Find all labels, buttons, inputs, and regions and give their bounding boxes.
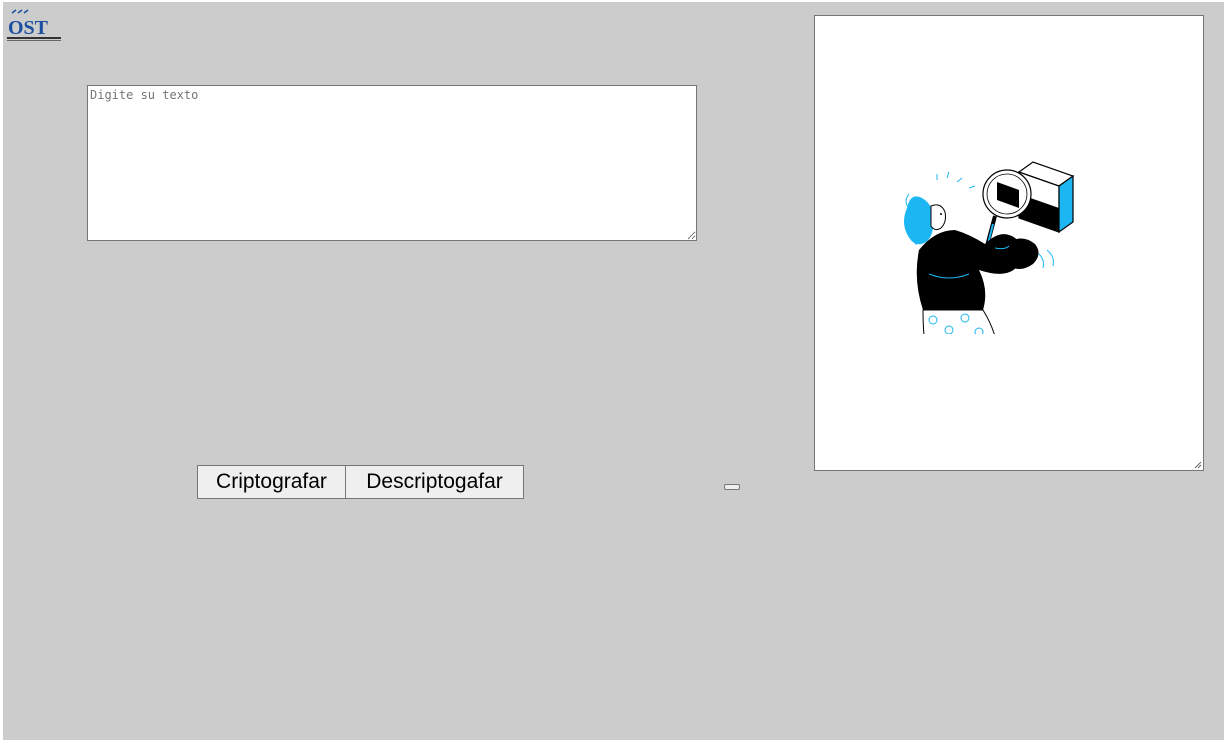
woman-with-magnifying-glass-illustration (899, 154, 1099, 345)
ost-logo-icon: OST (6, 9, 62, 45)
copy-button[interactable] (724, 484, 740, 490)
text-input[interactable] (87, 85, 697, 241)
decrypt-button[interactable]: Descriptogafar (345, 465, 524, 499)
output-area[interactable] (814, 15, 1204, 471)
resize-grip-icon[interactable] (1194, 461, 1202, 469)
logo-text: OST (8, 17, 49, 39)
page-background: OST Criptografar Descriptogafar (3, 2, 1224, 740)
encrypt-button[interactable]: Criptografar (197, 465, 346, 499)
